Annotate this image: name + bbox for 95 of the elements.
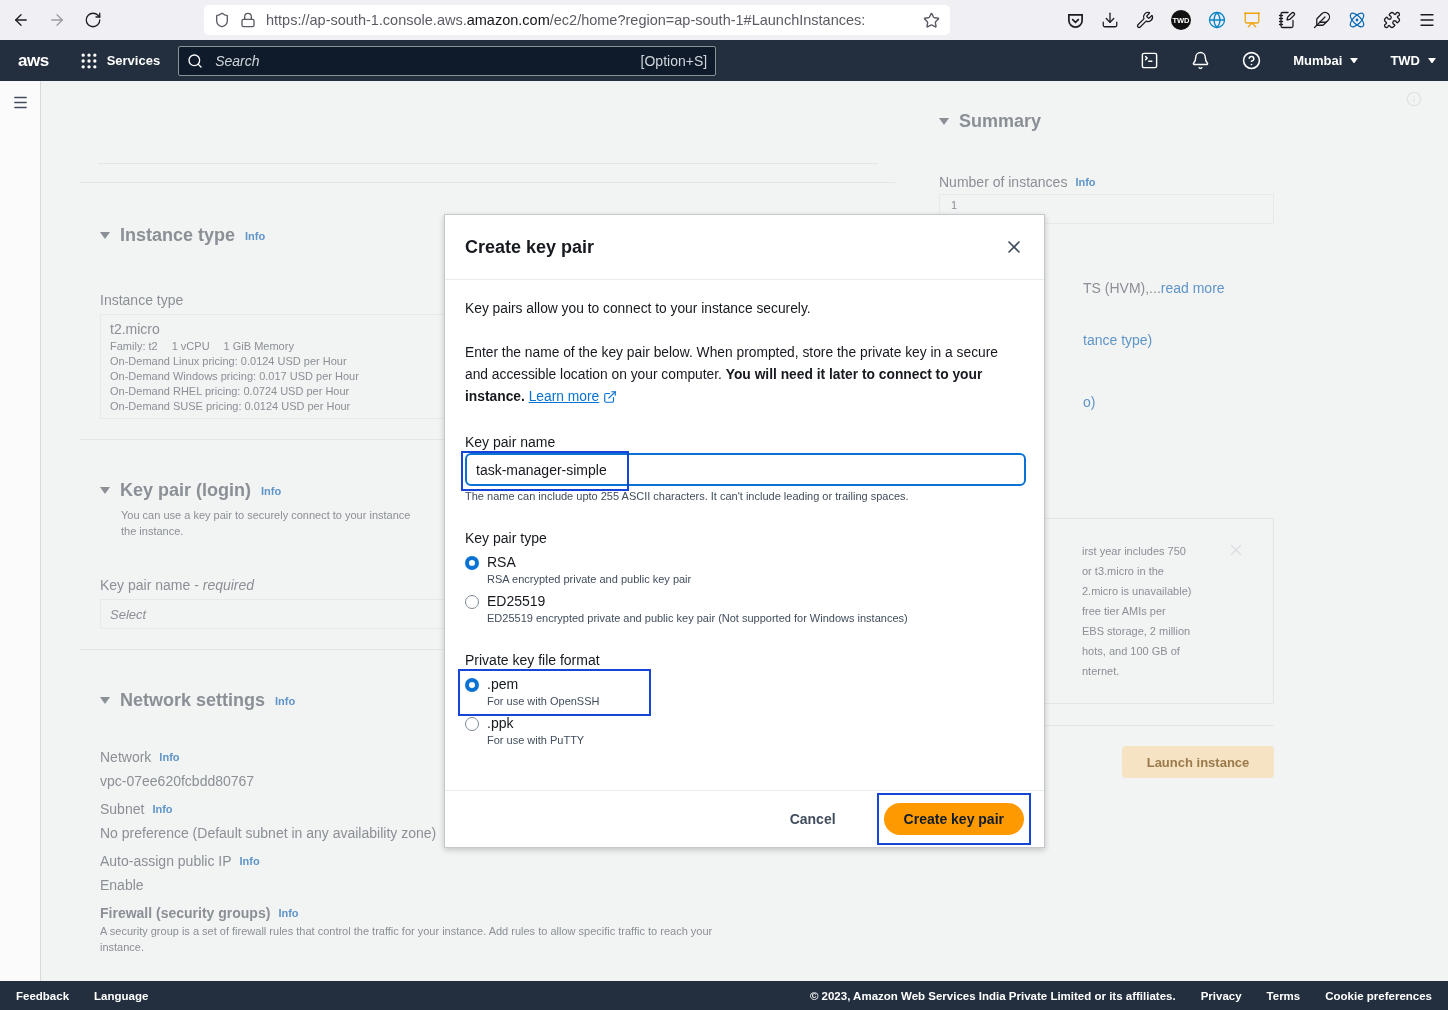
field-value: t2.micro — [110, 321, 160, 337]
free-tier-text: free tier AMIs per — [1082, 604, 1167, 619]
search-field[interactable]: Search — [213, 51, 631, 70]
group-label: Private key file format — [465, 652, 600, 668]
external-link-icon — [603, 390, 618, 404]
back-icon[interactable] — [12, 11, 30, 29]
pricing-text: On-Demand RHEL pricing: 0.0724 USD per Hour — [110, 385, 350, 397]
caret-icon — [1350, 57, 1359, 64]
option-label: .pem — [487, 676, 520, 692]
radio-button[interactable] — [465, 678, 479, 692]
caret-icon — [100, 232, 110, 239]
input-field[interactable]: task-manager-simple — [465, 453, 1026, 486]
caret-icon — [100, 697, 110, 704]
intro-text: Key pairs allow you to connect to your instance securely. — [465, 300, 812, 318]
spec-text: Family: t2 — [110, 340, 158, 352]
field-label: Instance type — [100, 292, 184, 308]
field-label: Number of instances — [939, 174, 1068, 190]
menu-icon[interactable] — [1418, 11, 1436, 29]
pocket-icon[interactable] — [1067, 11, 1084, 29]
bookmark-star-icon[interactable] — [923, 11, 940, 29]
free-tier-text: hots, and 100 GB of — [1082, 644, 1181, 659]
field-label: Subnet — [100, 801, 145, 817]
section-description: the instance. — [121, 524, 184, 539]
caret-icon — [939, 118, 949, 125]
field-description: instance. — [100, 941, 145, 953]
help-icon[interactable] — [1242, 51, 1262, 70]
option-description: RSA encrypted private and public key pair — [487, 573, 692, 585]
address-bar[interactable]: https://ap-south-1.console.aws.amazon.com/ec2/home?region=ap-south-1#LaunchInstances: — [204, 5, 950, 35]
field-label: Key pair name — [465, 434, 556, 450]
spec-text: 1 GiB Memory — [223, 340, 294, 352]
group-label: Key pair type — [465, 530, 547, 546]
pricing-text: On-Demand Windows pricing: 0.017 USD per Hour — [110, 370, 359, 382]
search-icon — [187, 52, 204, 69]
pricing-text: On-Demand Linux pricing: 0.0124 USD per Hour — [110, 355, 347, 367]
atom-icon[interactable] — [1348, 11, 1366, 29]
puzzle-icon[interactable] — [1383, 11, 1401, 29]
option-description: ED25519 encrypted private and public key pair (Not supported for Windows instances) — [487, 612, 908, 624]
copyright-text: © 2023, Amazon Web Services India Private Limited or its affiliates. — [809, 989, 1176, 1002]
aws-logo[interactable]: aws — [18, 50, 49, 71]
field-value: Enable — [100, 877, 144, 893]
learn-more-link[interactable]: Learn more — [528, 386, 618, 408]
field-label: Network — [100, 749, 152, 765]
caret-icon — [1428, 57, 1436, 64]
spec-text: 1 vCPU — [171, 340, 210, 352]
free-tier-text: 2.micro is unavailable) — [1082, 584, 1192, 599]
region-menu[interactable]: Mumbai — [1293, 53, 1359, 68]
footer-link[interactable]: Language — [94, 989, 149, 1002]
cancel-button[interactable]: Cancel — [769, 803, 856, 835]
field-label: Auto-assign public IP — [100, 853, 232, 869]
menu-icon[interactable] — [12, 94, 29, 111]
field-description: A security group is a set of firewall rules that control the traffic for your instance. Add rules to allow specific traffic to reach your — [100, 925, 713, 937]
free-tier-text: irst year includes 750 — [1082, 544, 1187, 559]
account-menu[interactable]: TWD — [1390, 53, 1436, 68]
option-label: RSA — [487, 554, 517, 570]
field-label: Firewall (security groups) — [100, 905, 271, 921]
option-label: ED25519 — [487, 593, 547, 609]
field-hint: The name can include upto 255 ASCII characters. It can't include leading or trailing spaces. — [465, 490, 910, 502]
footer-link[interactable]: Feedback — [16, 989, 70, 1002]
radio-button[interactable] — [465, 595, 479, 609]
option-label: .ppk — [487, 715, 515, 731]
footer-link[interactable]: Cookie preferences — [1325, 989, 1432, 1002]
footer-link[interactable]: Terms — [1266, 989, 1301, 1002]
free-tier-text: or t3.micro in the — [1082, 564, 1165, 579]
section-title: Network settings — [120, 690, 266, 711]
free-tier-text: nternet. — [1082, 664, 1121, 679]
globe-icon[interactable] — [1208, 11, 1226, 29]
radio-button[interactable] — [465, 556, 479, 570]
caret-icon — [100, 487, 110, 494]
terminal-icon[interactable] — [1140, 51, 1160, 70]
option-description: For use with OpenSSH — [487, 695, 600, 707]
notebook-icon[interactable] — [1278, 11, 1296, 29]
field-label: Key pair name - required — [100, 577, 255, 593]
search-bar[interactable]: Search [Option+S] — [178, 45, 717, 76]
feather-icon[interactable] — [1313, 11, 1331, 29]
footer-link[interactable]: Privacy — [1200, 989, 1242, 1002]
pricing-text: On-Demand SUSE pricing: 0.0124 USD per Hour — [110, 400, 351, 412]
summary-title: Summary — [959, 111, 1042, 132]
section-title: Key pair (login) — [120, 480, 251, 501]
radio-button[interactable] — [465, 717, 479, 731]
create-button[interactable]: Create key pair — [883, 803, 1024, 835]
dialog-title: Create key pair — [465, 236, 595, 258]
download-icon[interactable] — [1101, 11, 1119, 29]
body-text: Enter the name of the key pair below. When prompted, store the private key in a secure and accessible location on your computer. You will need it later to connect to your instance. Learn more — [465, 342, 1024, 408]
reload-icon[interactable] — [84, 11, 102, 29]
section-description: You can use a key pair to securely connect to your instance — [121, 508, 411, 523]
free-tier-text: EBS storage, 2 million — [1082, 624, 1192, 639]
option-description: For use with PuTTY — [487, 734, 585, 746]
wrench-icon[interactable] — [1136, 11, 1154, 29]
summary-text: TS (HVM),...read more — [1083, 280, 1226, 296]
shield-icon — [214, 12, 230, 28]
section-title: Instance type — [120, 225, 236, 246]
url-text: https://ap-south-1.console.aws.amazon.com/ec2/home?region=ap-south-1#LaunchInstances: — [266, 12, 867, 28]
bell-icon[interactable] — [1191, 51, 1211, 70]
services-menu[interactable]: Services — [78, 50, 161, 71]
lock-icon — [240, 12, 256, 28]
